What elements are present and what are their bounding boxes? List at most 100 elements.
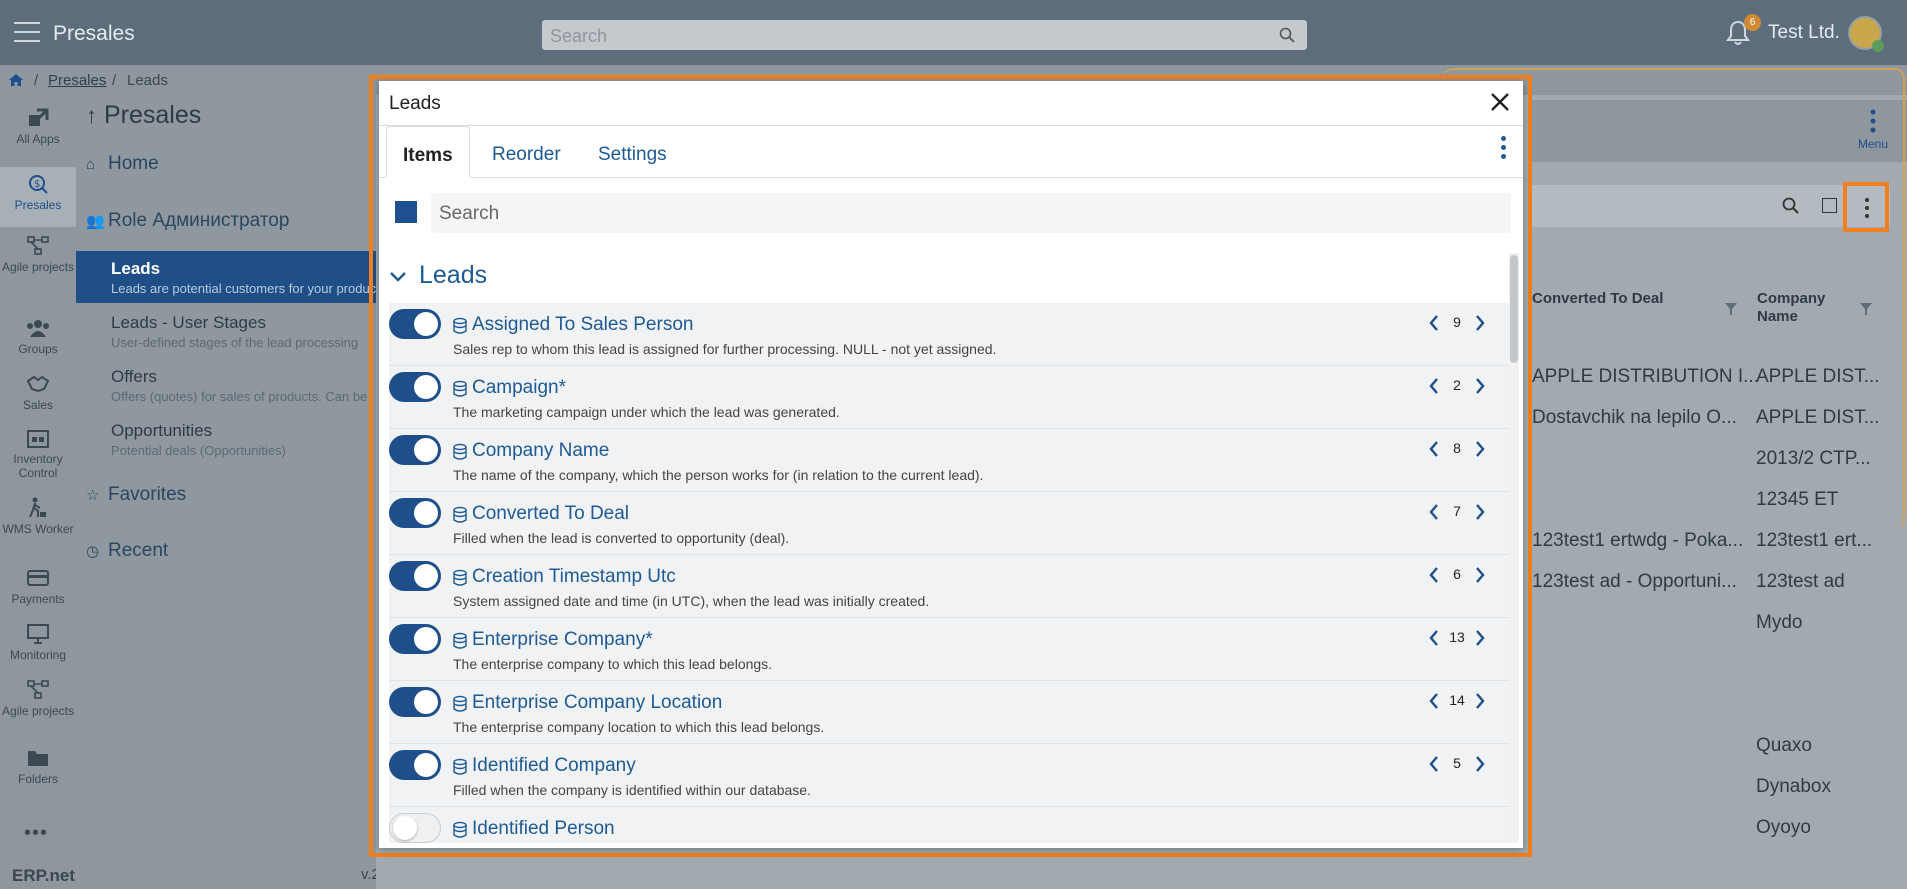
chevron-right-icon[interactable]	[1473, 691, 1487, 711]
rail-folders[interactable]: Folders	[0, 747, 76, 786]
filter-icon[interactable]	[1724, 302, 1738, 316]
rail-monitoring[interactable]: Monitoring	[0, 623, 76, 662]
items-search-input[interactable]: Search	[431, 193, 1511, 233]
item-title: Creation Timestamp Utc	[472, 566, 676, 587]
chevron-right-icon[interactable]	[1473, 376, 1487, 396]
menu-button[interactable]: Menu	[1858, 108, 1888, 151]
worker-icon	[29, 497, 46, 518]
rail-wms-worker[interactable]: WMS Worker	[0, 497, 76, 536]
highlighted-kebab[interactable]	[1843, 182, 1889, 232]
rail-agile-projects-2[interactable]: Agile projects	[0, 679, 76, 718]
more-apps-icon[interactable]: •••	[24, 822, 48, 845]
nav-panel: ↑ Presales ⌂ Home 👥 Role Администратор Lea…	[76, 95, 376, 889]
group-header-leads[interactable]: Leads	[389, 261, 487, 290]
list-item[interactable]: Creation Timestamp Utc System assigned da…	[389, 555, 1513, 618]
nav-item-lead-stages[interactable]: Leads - User Stages User-defined stages …	[76, 305, 376, 357]
item-title: Campaign*	[472, 377, 566, 398]
visibility-toggle[interactable]	[389, 435, 441, 465]
list-item[interactable]: Campaign* The marketing campaign under wh…	[389, 366, 1513, 429]
visibility-toggle[interactable]	[389, 624, 441, 654]
visibility-toggle[interactable]	[389, 498, 441, 528]
order-control: 8	[1427, 437, 1487, 463]
groups-icon	[27, 320, 49, 337]
database-icon	[453, 821, 467, 838]
tab-reorder[interactable]: Reorder	[492, 126, 561, 178]
nav-item-leads[interactable]: Leads Leads are potential customers for …	[76, 251, 376, 303]
list-item[interactable]: Company Name The name of the company, whi…	[389, 429, 1513, 492]
chevron-down-icon	[390, 272, 406, 282]
chevron-left-icon[interactable]	[1427, 439, 1441, 459]
select-all-checkbox[interactable]	[1822, 198, 1837, 213]
chevron-left-icon[interactable]	[1427, 313, 1441, 333]
nav-home[interactable]: ⌂ Home	[86, 153, 159, 175]
chevron-right-icon[interactable]	[1473, 628, 1487, 648]
nav-item-desc: Leads are potential customers for your p…	[111, 281, 376, 296]
rail-payments[interactable]: Payments	[0, 567, 76, 606]
tab-settings[interactable]: Settings	[598, 126, 667, 178]
list-item[interactable]: Converted To Deal Filled when the lead is…	[389, 492, 1513, 555]
dialog-kebab-icon[interactable]	[1501, 136, 1507, 163]
tab-items[interactable]: Items	[386, 126, 470, 178]
chevron-right-icon[interactable]	[1473, 313, 1487, 333]
list-item[interactable]: Assigned To Sales Person Sales rep to who…	[389, 303, 1513, 366]
company-name[interactable]: Test Ltd.	[1768, 22, 1840, 44]
visibility-toggle[interactable]	[389, 813, 441, 843]
global-search-input[interactable]: Search	[542, 20, 1307, 50]
column-company-name[interactable]: Company Name	[1757, 290, 1847, 326]
nav-role[interactable]: 👥 Role Администратор	[86, 210, 289, 232]
chevron-left-icon[interactable]	[1427, 691, 1441, 711]
search-icon[interactable]	[1279, 27, 1295, 43]
visibility-toggle[interactable]	[389, 372, 441, 402]
nav-item-offers[interactable]: Offers Offers (quotes) for sales of prod…	[76, 359, 376, 411]
chevron-left-icon[interactable]	[1427, 502, 1441, 522]
up-arrow-icon[interactable]: ↑	[86, 103, 97, 128]
rail-label: Sales	[22, 398, 54, 412]
chevron-right-icon[interactable]	[1473, 502, 1487, 522]
nav-favorites[interactable]: ☆ Favorites	[86, 484, 186, 506]
order-number: 14	[1449, 692, 1465, 708]
chevron-right-icon[interactable]	[1473, 754, 1487, 774]
list-item[interactable]: Identified Company Filled when the compan…	[389, 744, 1513, 807]
list-item[interactable]: Enterprise Company* The enterprise compan…	[389, 618, 1513, 681]
chevron-left-icon[interactable]	[1427, 376, 1441, 396]
column-converted-to-deal[interactable]: Converted To Deal	[1532, 290, 1663, 307]
nav-item-opportunities[interactable]: Opportunities Potential deals (Opportuni…	[76, 413, 376, 465]
visibility-toggle[interactable]	[389, 750, 441, 780]
select-all-checkbox[interactable]	[395, 201, 417, 223]
payments-icon	[27, 570, 49, 586]
rail-agile-projects[interactable]: Agile projects	[0, 235, 76, 274]
chevron-left-icon[interactable]	[1427, 754, 1441, 774]
toggle-knob	[414, 312, 438, 336]
rail-all-apps[interactable]: All Apps	[0, 107, 76, 146]
grid-cell: 123test ad - Opportuni...	[1532, 571, 1737, 592]
nav-recent[interactable]: ◷ Recent	[86, 540, 168, 562]
nav-title-text: Presales	[103, 101, 202, 129]
rail-groups[interactable]: Groups	[0, 317, 76, 356]
chevron-right-icon[interactable]	[1473, 439, 1487, 459]
item-title: Assigned To Sales Person	[472, 314, 694, 335]
chevron-left-icon[interactable]	[1427, 628, 1441, 648]
list-item[interactable]: Enterprise Company Location The enterpris…	[389, 681, 1513, 744]
visibility-toggle[interactable]	[389, 309, 441, 339]
list-item[interactable]: Identified Person	[389, 807, 1513, 843]
grid-cell: 12345 ET	[1756, 489, 1839, 510]
filter-icon[interactable]	[1859, 302, 1873, 316]
scrollbar-thumb[interactable]	[1510, 255, 1518, 363]
list-scrollbar[interactable]	[1509, 253, 1519, 843]
visibility-toggle[interactable]	[389, 687, 441, 717]
home-icon[interactable]	[8, 73, 24, 87]
rail-inventory-control[interactable]: Inventory Control	[0, 427, 76, 480]
rail-sales[interactable]: Sales	[0, 373, 76, 412]
visibility-toggle[interactable]	[389, 561, 441, 591]
close-icon[interactable]	[1487, 89, 1513, 115]
chevron-left-icon[interactable]	[1427, 565, 1441, 585]
hamburger-menu-icon[interactable]	[14, 22, 40, 42]
group-label: Leads	[419, 261, 488, 289]
search-icon[interactable]	[1782, 197, 1800, 215]
item-title: Identified Person	[472, 818, 615, 839]
rail-presales[interactable]: $ Presales	[0, 167, 76, 227]
chevron-right-icon[interactable]	[1473, 565, 1487, 585]
order-number: 8	[1453, 440, 1461, 456]
breadcrumb-presales[interactable]: Presales	[48, 72, 106, 89]
database-icon	[453, 506, 467, 523]
